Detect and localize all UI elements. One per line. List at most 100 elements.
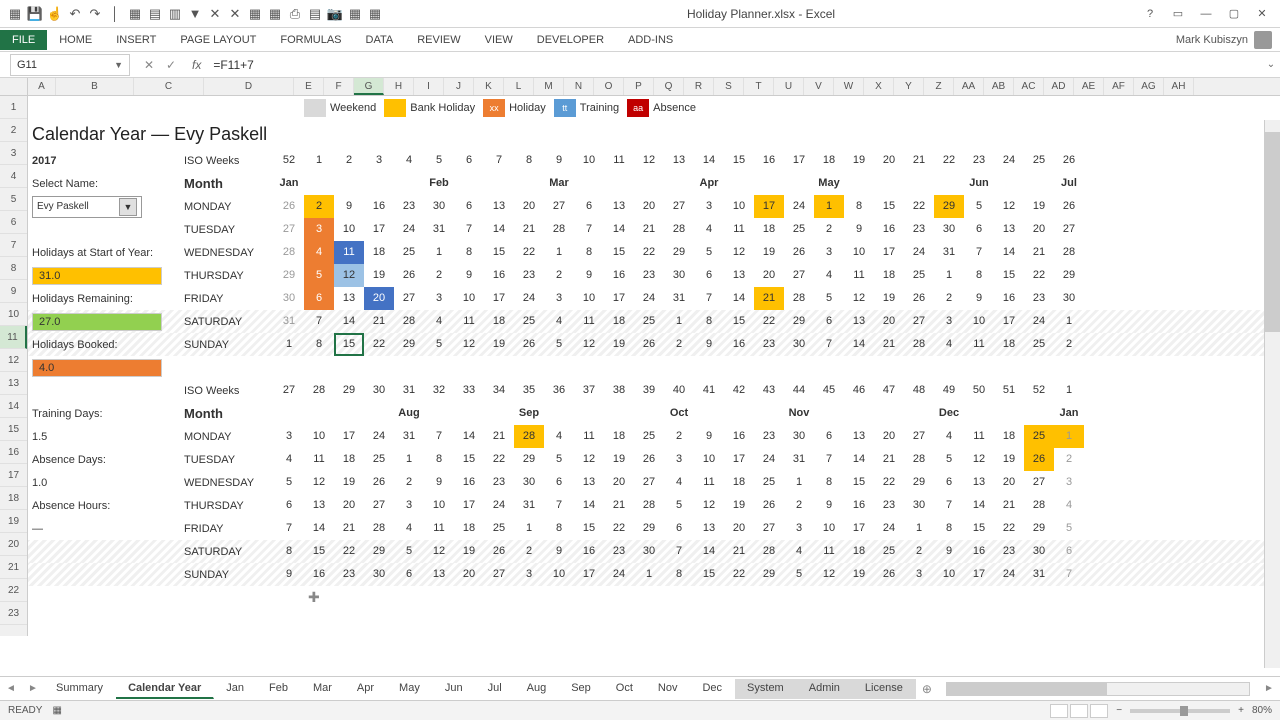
cell[interactable]: 23 bbox=[394, 195, 424, 218]
cell[interactable]: 18 bbox=[484, 310, 514, 333]
cell[interactable]: 31 bbox=[664, 287, 694, 310]
cell[interactable]: 16 bbox=[604, 264, 634, 287]
cell[interactable]: 12 bbox=[634, 149, 664, 172]
cell[interactable]: 15 bbox=[844, 471, 874, 494]
cell[interactable]: 24 bbox=[1024, 310, 1054, 333]
row-header-22[interactable]: 22 bbox=[0, 579, 27, 602]
cell[interactable]: 6 bbox=[454, 149, 484, 172]
cell[interactable]: 13 bbox=[304, 494, 334, 517]
cell[interactable]: 1 bbox=[784, 471, 814, 494]
tab-data[interactable]: DATA bbox=[354, 30, 406, 50]
cell[interactable]: 31 bbox=[934, 241, 964, 264]
row-header-9[interactable]: 9 bbox=[0, 280, 27, 303]
cell[interactable]: 29 bbox=[934, 195, 964, 218]
cell[interactable]: 1 bbox=[934, 264, 964, 287]
cell[interactable]: 14 bbox=[304, 517, 334, 540]
col-header-O[interactable]: O bbox=[594, 78, 624, 95]
cell[interactable]: 10 bbox=[334, 218, 364, 241]
cell[interactable]: 40 bbox=[664, 379, 694, 402]
cell[interactable]: 36 bbox=[544, 379, 574, 402]
cell[interactable]: 19 bbox=[844, 149, 874, 172]
expand-formula-icon[interactable]: ⌄ bbox=[1262, 59, 1280, 70]
sheet-tab-mar[interactable]: Mar bbox=[301, 679, 345, 699]
cell[interactable]: 3 bbox=[694, 195, 724, 218]
col-header-B[interactable]: B bbox=[56, 78, 134, 95]
tab-prev-icon[interactable]: ◄ bbox=[0, 683, 22, 694]
cell[interactable]: 29 bbox=[274, 264, 304, 287]
cell[interactable]: 28 bbox=[664, 218, 694, 241]
scroll-right-icon[interactable]: ► bbox=[1258, 683, 1280, 694]
cell[interactable]: 22 bbox=[364, 333, 394, 356]
zoom-slider[interactable] bbox=[1130, 709, 1230, 713]
cell[interactable]: 8 bbox=[964, 264, 994, 287]
cell[interactable]: 27 bbox=[274, 218, 304, 241]
cell[interactable]: 6 bbox=[274, 494, 304, 517]
cell[interactable]: 11 bbox=[964, 333, 994, 356]
cell[interactable]: 13 bbox=[424, 563, 454, 586]
cell[interactable]: 26 bbox=[514, 333, 544, 356]
save-icon[interactable]: 💾 bbox=[26, 5, 44, 23]
cell[interactable]: 6 bbox=[814, 425, 844, 448]
cell[interactable]: 21 bbox=[334, 517, 364, 540]
cancel-icon[interactable]: ✕ bbox=[140, 56, 158, 74]
zoom-out-icon[interactable]: − bbox=[1116, 705, 1122, 716]
col-header-J[interactable]: J bbox=[444, 78, 474, 95]
cell[interactable]: 1 bbox=[514, 517, 544, 540]
cell[interactable]: 29 bbox=[784, 310, 814, 333]
cell[interactable]: 12 bbox=[574, 333, 604, 356]
row-header-17[interactable]: 17 bbox=[0, 464, 27, 487]
cell[interactable]: 15 bbox=[304, 540, 334, 563]
cell[interactable]: 7 bbox=[694, 287, 724, 310]
cell[interactable]: 25 bbox=[1024, 425, 1054, 448]
cell[interactable]: 17 bbox=[454, 494, 484, 517]
row-header-6[interactable]: 6 bbox=[0, 211, 27, 234]
cell[interactable]: 17 bbox=[994, 310, 1024, 333]
cell[interactable]: 11 bbox=[844, 264, 874, 287]
row-header-2[interactable]: 2 bbox=[0, 119, 27, 142]
qat-btn-11[interactable]: ▦ bbox=[366, 5, 384, 23]
cell[interactable]: 27 bbox=[484, 563, 514, 586]
cell[interactable]: 13 bbox=[664, 149, 694, 172]
cell[interactable]: 21 bbox=[904, 149, 934, 172]
cell[interactable]: 21 bbox=[724, 540, 754, 563]
cell[interactable]: 14 bbox=[964, 494, 994, 517]
cell[interactable]: 23 bbox=[1024, 287, 1054, 310]
qat-btn-3[interactable]: ▥ bbox=[166, 5, 184, 23]
cell[interactable]: 26 bbox=[874, 563, 904, 586]
cell[interactable]: 6 bbox=[544, 471, 574, 494]
cell[interactable]: 3 bbox=[1054, 471, 1084, 494]
hscroll-thumb[interactable] bbox=[947, 683, 1107, 695]
cell[interactable]: 47 bbox=[874, 379, 904, 402]
cell[interactable]: 5 bbox=[1054, 517, 1084, 540]
cell[interactable]: 1 bbox=[634, 563, 664, 586]
cell[interactable]: 9 bbox=[574, 264, 604, 287]
zoom-level[interactable]: 80% bbox=[1252, 705, 1272, 716]
sheet-tab-system[interactable]: System bbox=[735, 679, 797, 699]
cell[interactable]: 7 bbox=[964, 241, 994, 264]
sheet-tab-calendar-year[interactable]: Calendar Year bbox=[116, 679, 214, 699]
cell[interactable]: 25 bbox=[634, 425, 664, 448]
cell[interactable]: 8 bbox=[574, 241, 604, 264]
cell[interactable]: 1 bbox=[1054, 310, 1084, 333]
cell[interactable]: 25 bbox=[394, 241, 424, 264]
cell[interactable]: 10 bbox=[844, 241, 874, 264]
cell[interactable]: 10 bbox=[964, 310, 994, 333]
col-header-Y[interactable]: Y bbox=[894, 78, 924, 95]
cell[interactable]: 19 bbox=[874, 287, 904, 310]
col-header-X[interactable]: X bbox=[864, 78, 894, 95]
cell[interactable]: 9 bbox=[334, 195, 364, 218]
cell[interactable]: 30 bbox=[364, 379, 394, 402]
cell[interactable]: 26 bbox=[1024, 448, 1054, 471]
cell[interactable]: 23 bbox=[754, 425, 784, 448]
cell[interactable]: 1 bbox=[424, 241, 454, 264]
cell[interactable]: 23 bbox=[634, 264, 664, 287]
cell[interactable]: 12 bbox=[304, 471, 334, 494]
cell[interactable]: 27 bbox=[394, 287, 424, 310]
cell[interactable]: 30 bbox=[634, 540, 664, 563]
qat-btn-7[interactable]: ▦ bbox=[266, 5, 284, 23]
cell[interactable]: 26 bbox=[364, 471, 394, 494]
cell[interactable]: 30 bbox=[904, 494, 934, 517]
sheet-tab-admin[interactable]: Admin bbox=[797, 679, 853, 699]
cell[interactable]: 14 bbox=[844, 448, 874, 471]
cell[interactable]: 4 bbox=[394, 149, 424, 172]
